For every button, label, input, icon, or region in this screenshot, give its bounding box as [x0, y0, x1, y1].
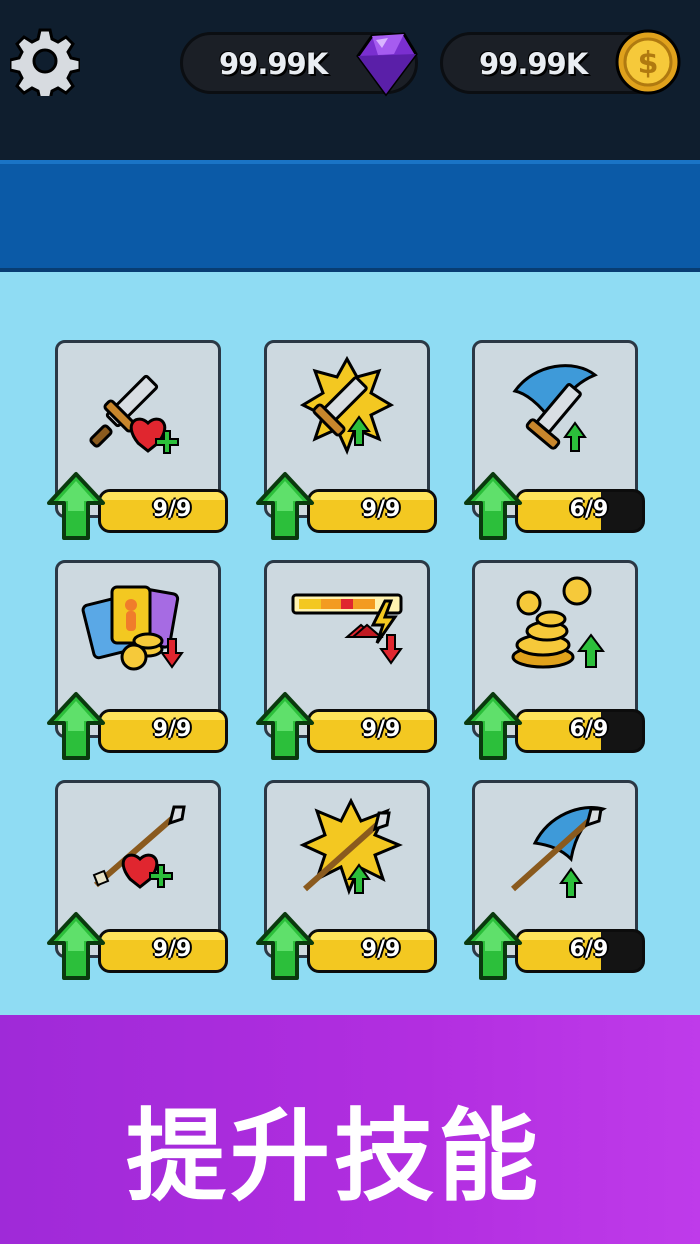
sword-burst-icon — [299, 355, 395, 455]
level-progress-bar: 9/9 — [98, 489, 228, 533]
upgrade-arrow-icon[interactable] — [463, 691, 523, 761]
level-progress-bar: 6/9 — [515, 929, 645, 973]
skill-card[interactable]: 6/9 — [464, 560, 645, 760]
level-progress-bar: 9/9 — [98, 929, 228, 973]
level-progress-bar: 9/9 — [307, 489, 437, 533]
level-label: 6/9 — [569, 717, 609, 742]
level-progress-bar: 9/9 — [307, 709, 437, 753]
upgrade-arrow-icon[interactable] — [255, 691, 315, 761]
skill-card[interactable]: 9/9 — [256, 560, 437, 760]
svg-text:$: $ — [638, 46, 659, 81]
level-progress-bar: 6/9 — [515, 489, 645, 533]
arrow-blue-upgrade-icon — [510, 806, 607, 898]
arrow-heart-icon — [92, 805, 186, 889]
upgrade-arrow-icon[interactable] — [46, 691, 106, 761]
level-label: 9/9 — [361, 497, 401, 522]
coin-amount: 99.99K — [479, 47, 588, 81]
arrow-burst-icon — [299, 797, 403, 896]
upgrade-arrow-icon[interactable] — [46, 471, 106, 541]
banner-text: 提升技能 — [126, 1098, 542, 1215]
top-bar: 99.99K 99.99K $ — [0, 0, 700, 160]
cards-coins-icon — [81, 585, 184, 671]
skill-card[interactable]: 9/9 — [47, 340, 228, 540]
level-label: 9/9 — [152, 937, 192, 962]
upgrade-arrow-icon[interactable] — [255, 911, 315, 981]
axe-upgrade-icon — [512, 364, 598, 452]
level-label: 6/9 — [569, 497, 609, 522]
level-label: 9/9 — [361, 937, 401, 962]
gear-icon[interactable] — [10, 26, 80, 96]
sword-heart-icon — [89, 374, 179, 454]
title-band — [0, 160, 700, 272]
level-label: 9/9 — [152, 717, 192, 742]
skill-card[interactable]: 9/9 — [256, 340, 437, 540]
level-label: 6/9 — [569, 937, 609, 962]
upgrade-arrow-icon[interactable] — [255, 471, 315, 541]
purple-gem-icon — [356, 32, 418, 97]
level-progress-bar: 9/9 — [307, 929, 437, 973]
level-label: 9/9 — [152, 497, 192, 522]
level-progress-bar: 6/9 — [515, 709, 645, 753]
upgrade-arrow-icon[interactable] — [463, 471, 523, 541]
promo-banner: 提升技能 — [0, 1015, 700, 1244]
skill-card[interactable]: 9/9 — [256, 780, 437, 980]
upgrade-arrow-icon[interactable] — [463, 911, 523, 981]
gem-amount: 99.99K — [219, 47, 328, 81]
skill-card[interactable]: 9/9 — [47, 560, 228, 760]
skill-card[interactable]: 9/9 — [47, 780, 228, 980]
level-label: 9/9 — [361, 717, 401, 742]
gold-coin-icon: $ — [615, 29, 681, 95]
skill-card[interactable]: 6/9 — [464, 780, 645, 980]
upgrade-arrow-icon[interactable] — [46, 911, 106, 981]
coin-pile-icon — [511, 576, 605, 669]
skill-card[interactable]: 6/9 — [464, 340, 645, 540]
level-progress-bar: 9/9 — [98, 709, 228, 753]
energy-bar-icon — [291, 593, 403, 665]
